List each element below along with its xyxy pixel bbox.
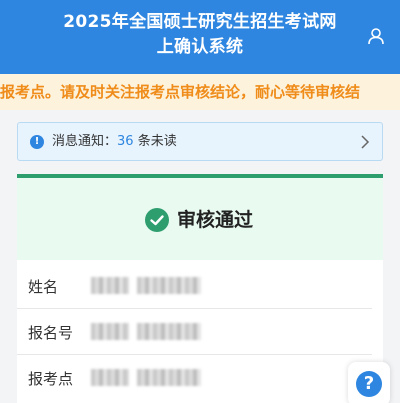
- redacted-value: [91, 369, 129, 386]
- chevron-right-icon: [361, 135, 370, 149]
- row-label: 报考点: [28, 370, 74, 388]
- redacted-value: [137, 277, 201, 294]
- review-status: 审核通过: [17, 178, 383, 260]
- message-notice-bar[interactable]: ! 消息通知：36 条未读: [17, 122, 383, 161]
- info-row-name: 姓名: [17, 263, 372, 309]
- info-icon: !: [30, 135, 44, 149]
- notice-label: 消息通知：: [52, 134, 118, 149]
- user-icon: [368, 28, 384, 45]
- notice-suffix: 条未读: [133, 134, 177, 149]
- app-header: 2025年全国硕士研究生招生考试网上确认系统: [0, 0, 400, 74]
- marquee-text: 报考点。请及时关注报考点审核结论，耐心等待审核结: [0, 83, 361, 101]
- row-label: 姓名: [28, 278, 59, 296]
- user-button[interactable]: [366, 26, 386, 46]
- unread-count: 36: [117, 134, 134, 149]
- announcement-marquee: 报考点。请及时关注报考点审核结论，耐心等待审核结: [0, 74, 400, 110]
- help-button[interactable]: ?: [348, 362, 390, 403]
- question-icon: ?: [356, 371, 382, 397]
- info-row-exam-site: 报考点: [17, 355, 372, 401]
- review-result-card: 审核通过 姓名 报名号 报考点: [17, 174, 383, 403]
- redacted-value: [137, 323, 201, 340]
- redacted-value: [91, 277, 129, 294]
- page-title: 2025年全国硕士研究生招生考试网上确认系统: [63, 12, 337, 57]
- status-text: 审核通过: [177, 209, 254, 231]
- check-circle-icon: [145, 208, 169, 232]
- info-row-registration-number: 报名号: [17, 309, 372, 355]
- row-label: 报名号: [28, 324, 74, 342]
- notice-text: 消息通知：36 条未读: [52, 133, 177, 151]
- redacted-value: [91, 323, 129, 340]
- redacted-value: [137, 369, 201, 386]
